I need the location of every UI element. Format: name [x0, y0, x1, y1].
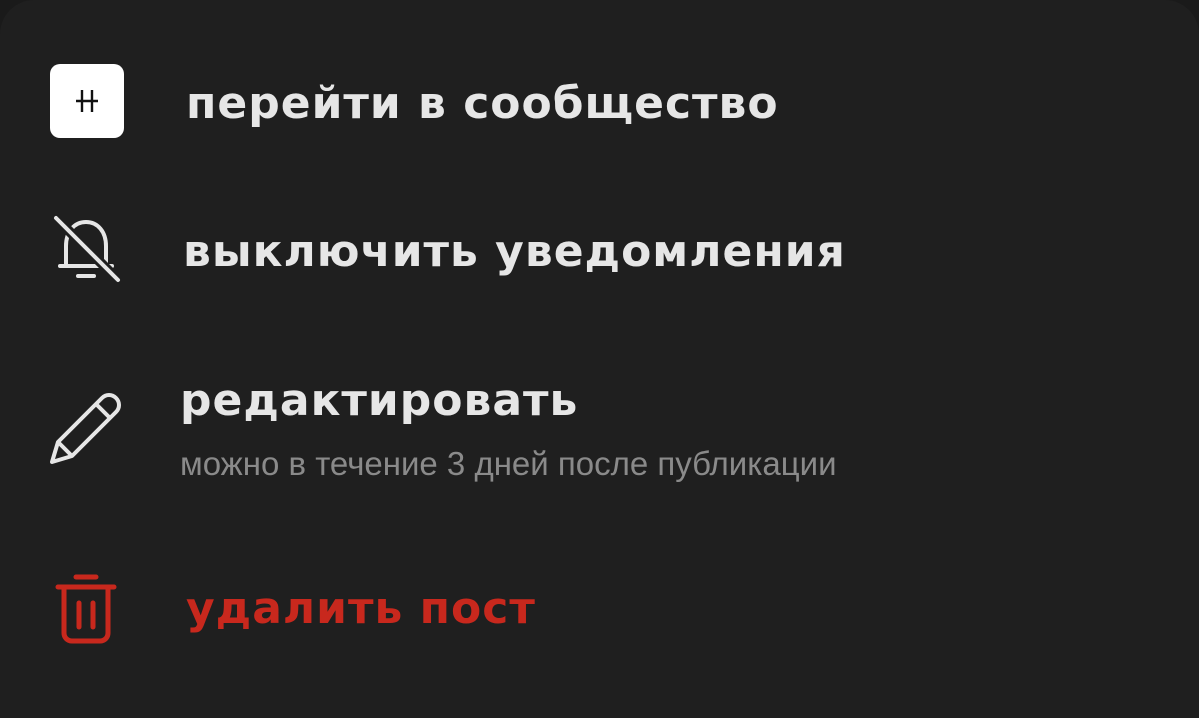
action-sheet: перейти в сообщество выключить уведомлен… — [0, 0, 1199, 718]
menu-item-label: перейти в сообщество — [186, 78, 779, 129]
bell-off-icon — [52, 214, 122, 284]
menu-item-label: выключить уведомления — [183, 226, 846, 277]
community-logo-icon — [50, 64, 124, 138]
menu-item-label: удалить пост — [186, 583, 536, 634]
menu-item-mute-notifications[interactable]: выключить уведомления — [0, 190, 1199, 310]
menu-item-sublabel: можно в течение 3 дней после публикации — [180, 445, 837, 482]
menu-item-delete-post[interactable]: удалить пост — [0, 555, 1199, 675]
menu-item-go-to-community[interactable]: перейти в сообщество — [0, 40, 1199, 160]
trash-icon — [55, 574, 117, 644]
menu-item-label: редактировать — [180, 375, 579, 426]
pencil-icon — [50, 393, 121, 464]
menu-item-edit[interactable]: редактировать можно в течение 3 дней пос… — [0, 345, 1199, 515]
